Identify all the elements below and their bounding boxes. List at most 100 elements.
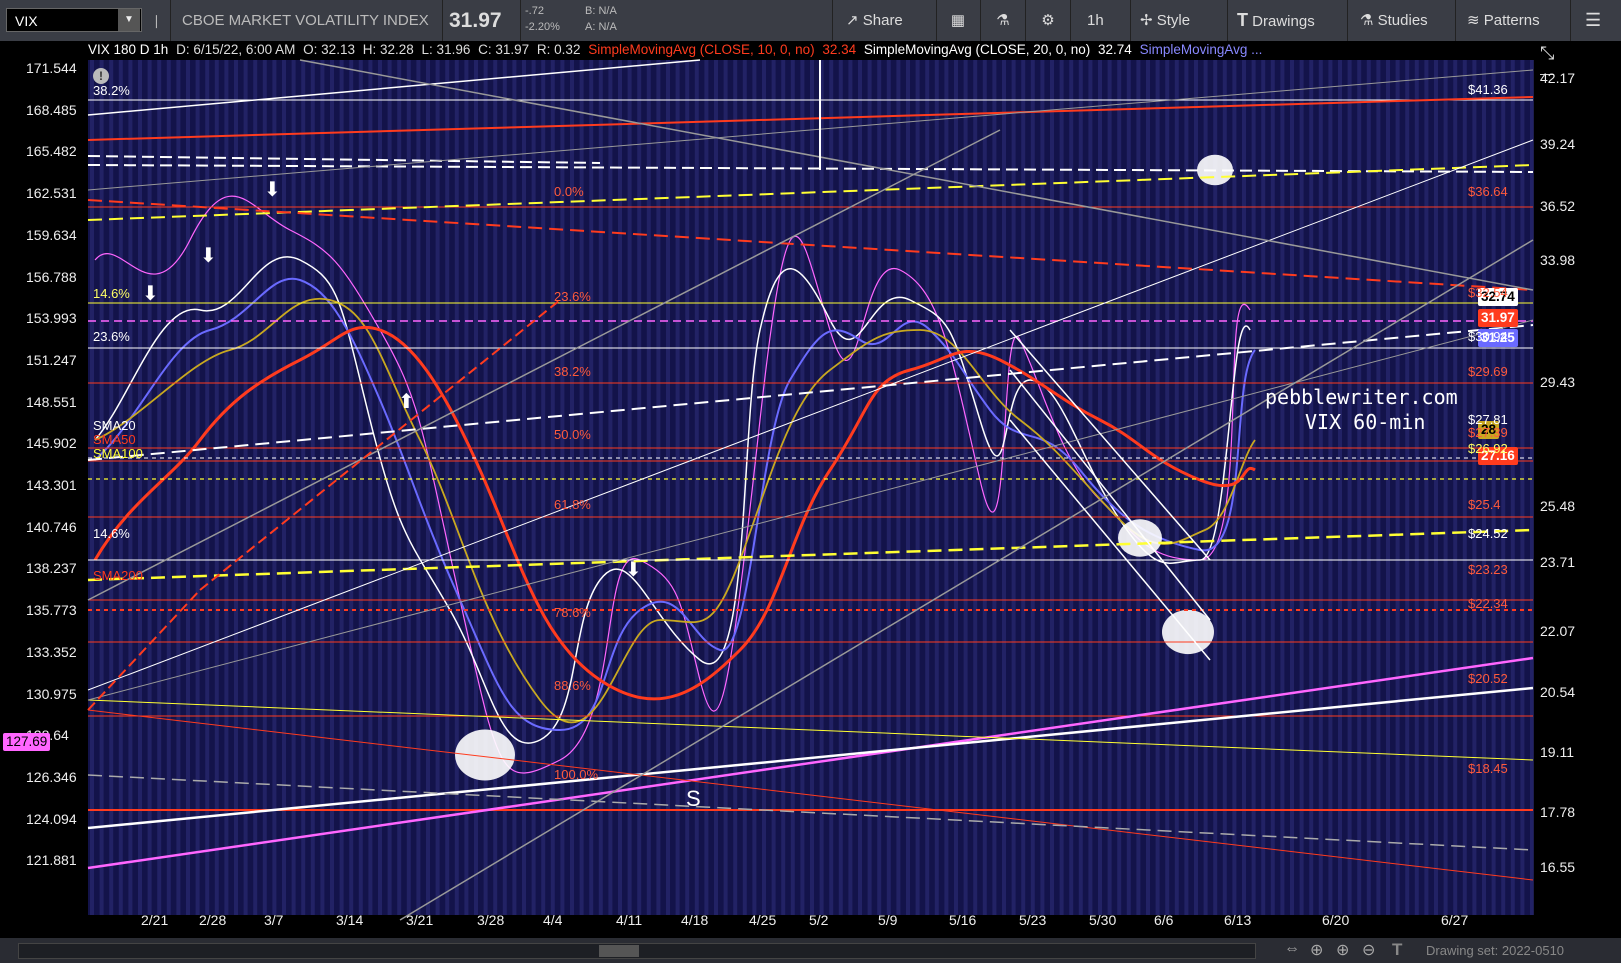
left-axis-tick: 126.346 [26,768,77,785]
circle-marker[interactable] [1162,609,1214,655]
patterns-icon: ≋ [1467,12,1480,29]
last-price: 31.97 [449,9,502,32]
level-26: $26.92 [1468,441,1508,456]
x-axis-tick: 2/21 [141,912,169,928]
left-axis-tick: 124.094 [26,810,77,827]
sma20-value: 32.74 [1098,42,1132,57]
fib-38: 38.2% [554,364,591,379]
level-27-39: $27.39 [1468,425,1508,440]
chart-title: VIX 180 D 1h [88,42,169,57]
ask-price: A: N/A [585,21,617,33]
level-20: $20.52 [1468,671,1508,686]
down-arrow-icon[interactable]: ⬇ [142,281,159,305]
horizontal-scrollbar[interactable] [18,943,1256,959]
level-32: $32.54 [1468,285,1508,300]
layout-icon[interactable]: ▦ [940,0,976,41]
fib-88: 88.6% [554,678,591,693]
zoom-in-icon[interactable]: ⊕ [1336,940,1349,960]
up-arrow-icon[interactable]: ⬆ [398,389,415,413]
sma50-label: SMA50 [93,432,136,447]
bar-open: O: 32.13 [303,42,355,57]
chart-canvas[interactable]: ⬇ ⬇ ⬇ ⬆ ⬇ VIX 180 D 1h D: 6/15/22, 6:00 AM O… [0,41,1621,938]
sma100-label: SMA100 [93,446,143,461]
down-arrow-icon[interactable]: ⬇ [200,243,217,267]
sma-more-legend: SimpleMovingAvg ... [1139,42,1263,57]
symbol-dropdown-icon[interactable]: ▼ [118,9,140,31]
style-button[interactable]: ✢ Style [1140,0,1190,41]
expand-icon[interactable]: ⤡ [1540,43,1554,64]
right-axis-tick: 36.52 [1540,198,1576,214]
x-axis-tick: 4/4 [543,912,563,928]
fib-left-14b: 14.6% [93,526,130,541]
price-chart[interactable]: ⬇⬇⬇⬆⬇ [0,41,1621,938]
studies-icon: ⚗ [1360,12,1374,29]
share-button[interactable]: ↗ Share [846,0,903,41]
last-price-tag: 31.97 [1478,309,1518,327]
alert-icon[interactable]: ! [93,68,109,84]
scroll-arrows-icon[interactable]: ⇔ [1284,940,1300,958]
link-icon[interactable]: ❘ [151,0,162,41]
x-axis-tick: 5/16 [949,912,977,928]
x-axis-tick: 5/30 [1089,912,1117,928]
level-25: $25.4 [1468,497,1501,512]
symbol-value: VIX [15,13,38,29]
level-23: $23.23 [1468,562,1508,577]
net-change: -.72 [525,5,544,17]
fib-left-23: 23.6% [93,329,130,344]
sma20-label: SMA20 [93,418,136,433]
fib-78: 78.6% [554,605,591,620]
level-18: $18.45 [1468,761,1508,776]
circle-marker[interactable] [455,729,515,781]
chart-info-bar: VIX 180 D 1h D: 6/15/22, 6:00 AM O: 32.1… [88,42,1266,60]
style-icon: ✢ [1140,12,1153,29]
fib-61: 61.8% [554,497,591,512]
text-tool-icon: T [1237,10,1248,30]
left-axis-tick: 151.247 [26,351,77,368]
symbol-description: CBOE MARKET VOLATILITY INDEX [182,12,429,29]
down-arrow-icon[interactable]: ⬇ [264,177,281,201]
right-axis-tick: 25.48 [1540,498,1576,514]
x-axis-tick: 4/11 [616,912,643,928]
fib-left-14a: 14.6% [93,286,130,301]
right-axis-tick: 42.17 [1540,70,1576,86]
right-axis-tick: 23.71 [1540,554,1576,570]
share-icon: ↗ [846,12,859,29]
studies-button[interactable]: ⚗ Studies [1360,0,1428,41]
fib-23: 23.6% [554,289,591,304]
drawings-button[interactable]: T Drawings [1237,0,1315,41]
x-axis-tick: 5/9 [878,912,898,928]
left-axis-tick: 130.975 [26,685,77,702]
right-axis-tick: 20.54 [1540,684,1576,700]
left-axis-tick: 135.773 [26,602,77,619]
left-axis-tick: 159.634 [26,226,77,243]
watermark-sub: VIX 60-min [1305,410,1426,434]
sma10-value: 32.34 [822,42,857,57]
x-axis-tick: 5/23 [1019,912,1047,928]
right-axis-tick: 16.55 [1540,859,1576,875]
level-30: $30.94 [1468,329,1508,344]
left-axis-highlight: 127.69 [3,733,51,751]
zoom-out-icon[interactable]: ⊖ [1362,940,1375,960]
sma20-legend: SimpleMovingAvg (CLOSE, 20, 0, no) [863,42,1091,57]
left-axis-tick: 168.485 [26,101,77,118]
drawing-tool-icon[interactable]: T [1392,940,1402,960]
left-axis-tick: 140.746 [26,518,77,535]
drawing-set-label[interactable]: Drawing set: 2022-0510 [1426,943,1564,958]
left-axis-tick: 162.531 [26,185,77,202]
interval-button[interactable]: 1h [1087,0,1104,41]
menu-icon[interactable]: ☰ [1585,0,1601,41]
scrollbar-thumb[interactable] [599,945,639,957]
x-axis-tick: 3/14 [336,912,364,928]
left-axis-tick: 156.788 [26,268,77,285]
patterns-button[interactable]: ≋ Patterns [1467,0,1540,41]
bar-range: R: 0.32 [536,42,581,57]
flask-icon[interactable]: ⚗ [985,0,1021,41]
bar-high: H: 32.28 [362,42,414,57]
x-axis-tick: 6/6 [1154,912,1174,928]
percent-change: -2.20% [525,21,560,33]
level-29: $29.69 [1468,364,1508,379]
right-axis-tick: 19.11 [1540,744,1574,760]
left-axis-tick: 121.881 [26,852,77,869]
gear-icon[interactable]: ⚙ [1030,0,1066,41]
crosshair-icon[interactable]: ⊕ [1310,940,1323,960]
